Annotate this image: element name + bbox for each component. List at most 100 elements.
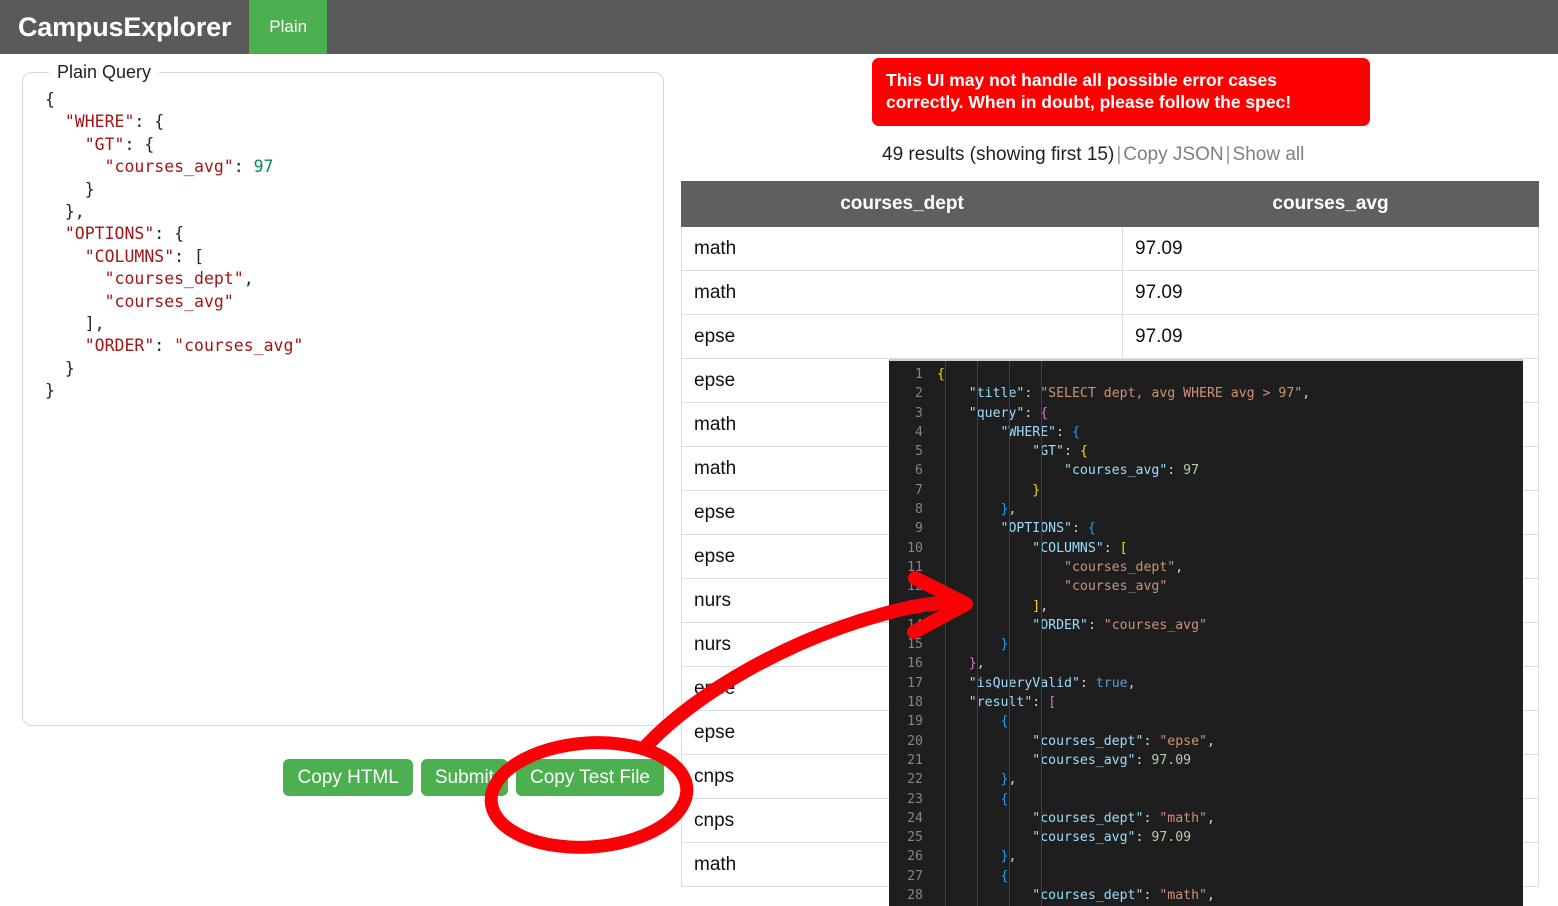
code-line-number: 27 [889, 867, 937, 886]
code-line-number: 3 [889, 404, 937, 423]
code-line-number: 15 [889, 635, 937, 654]
code-line-number: 10 [889, 539, 937, 558]
code-line: 17 "isQueryValid": true, [889, 674, 1523, 693]
code-line-number: 8 [889, 500, 937, 519]
app-root: CampusExplorer Plain Plain Query { "WHER… [0, 0, 1558, 906]
code-line-text: "courses_avg": 97.09 [937, 828, 1523, 847]
code-line-text: ], [937, 597, 1523, 616]
test-file-code-panel[interactable]: 1{2 "title": "SELECT dept, avg WHERE avg… [889, 359, 1523, 906]
results-table-head: courses_dept courses_avg [682, 182, 1539, 227]
code-line: 24 "courses_dept": "math", [889, 809, 1523, 828]
code-line-text: "COLUMNS": [ [937, 539, 1523, 558]
table-row: epse97.09 [682, 315, 1539, 359]
code-line-number: 19 [889, 712, 937, 731]
plain-query-code[interactable]: { "WHERE": { "GT": { "courses_avg": 97 }… [23, 83, 663, 403]
code-line-number: 20 [889, 732, 937, 751]
results-separator-2: | [1224, 144, 1233, 165]
code-line-text: "courses_avg" [937, 577, 1523, 596]
code-line: 23 { [889, 790, 1523, 809]
code-line-number: 12 [889, 577, 937, 596]
code-line: 19 { [889, 712, 1523, 731]
copy-test-file-button[interactable]: Copy Test File [516, 759, 664, 796]
table-row: math97.09 [682, 227, 1539, 271]
brand-title: CampusExplorer [0, 0, 249, 54]
code-line: 18 "result": [ [889, 693, 1523, 712]
code-line: 20 "courses_dept": "epse", [889, 732, 1523, 751]
code-line-number: 24 [889, 809, 937, 828]
code-line-number: 6 [889, 461, 937, 480]
code-line-text: }, [937, 847, 1523, 866]
plain-query-legend: Plain Query [49, 62, 159, 83]
code-line: 26 }, [889, 847, 1523, 866]
code-line: 16 }, [889, 654, 1523, 673]
copy-json-link[interactable]: Copy JSON [1123, 144, 1223, 165]
code-line-text: { [937, 867, 1523, 886]
code-line: 27 { [889, 867, 1523, 886]
code-line: 3 "query": { [889, 404, 1523, 423]
code-line-number: 16 [889, 654, 937, 673]
code-line-text: "title": "SELECT dept, avg WHERE avg > 9… [937, 384, 1523, 403]
cell-courses-dept: math [682, 271, 1123, 315]
code-line-number: 1 [889, 365, 937, 384]
ui-warning-banner: This UI may not handle all possible erro… [872, 58, 1370, 126]
submit-button[interactable]: Submit [421, 759, 508, 796]
code-indent-guide [1009, 361, 1010, 906]
code-line-number: 26 [889, 847, 937, 866]
code-line-number: 7 [889, 481, 937, 500]
code-line: 8 }, [889, 500, 1523, 519]
code-line-number: 9 [889, 519, 937, 538]
code-line-number: 2 [889, 384, 937, 403]
code-line-number: 18 [889, 693, 937, 712]
cell-courses-avg: 97.09 [1123, 271, 1539, 315]
code-line-text: "courses_dept", [937, 558, 1523, 577]
code-line: 10 "COLUMNS": [ [889, 539, 1523, 558]
code-line-text: "WHERE": { [937, 423, 1523, 442]
nav-tab-plain[interactable]: Plain [249, 0, 327, 54]
code-line-number: 22 [889, 770, 937, 789]
code-lines-container: 1{2 "title": "SELECT dept, avg WHERE avg… [889, 361, 1523, 906]
code-line: 21 "courses_avg": 97.09 [889, 751, 1523, 770]
code-line-text: "courses_avg": 97 [937, 461, 1523, 480]
code-line: 22 }, [889, 770, 1523, 789]
code-line: 14 "ORDER": "courses_avg" [889, 616, 1523, 635]
copy-html-button[interactable]: Copy HTML [283, 759, 412, 796]
code-line: 15 } [889, 635, 1523, 654]
code-line-text: }, [937, 500, 1523, 519]
code-line-text: "courses_dept": "epse", [937, 732, 1523, 751]
plain-query-fieldset: Plain Query { "WHERE": { "GT": { "course… [22, 62, 664, 726]
code-line-text: "isQueryValid": true, [937, 674, 1523, 693]
code-line-number: 28 [889, 886, 937, 905]
query-button-row: Copy HTML Submit Copy Test File [22, 759, 664, 796]
show-all-link[interactable]: Show all [1233, 144, 1305, 165]
navbar: CampusExplorer Plain [0, 0, 1558, 54]
code-line: 1{ [889, 365, 1523, 384]
column-header-courses-dept[interactable]: courses_dept [682, 182, 1123, 227]
code-indent-guide [977, 361, 978, 906]
code-indent-guide [1041, 361, 1042, 906]
code-line-number: 14 [889, 616, 937, 635]
cell-courses-dept: epse [682, 315, 1123, 359]
code-line-number: 11 [889, 558, 937, 577]
code-line-text: "GT": { [937, 442, 1523, 461]
code-line-text: "result": [ [937, 693, 1523, 712]
cell-courses-avg: 97.09 [1123, 227, 1539, 271]
results-summary-line: 49 results (showing first 15)|Copy JSON|… [882, 144, 1304, 166]
code-line-number: 4 [889, 423, 937, 442]
code-line-text: { [937, 790, 1523, 809]
code-line-number: 21 [889, 751, 937, 770]
code-line: 9 "OPTIONS": { [889, 519, 1523, 538]
results-count-label: 49 results (showing first 15) [882, 144, 1114, 165]
column-header-courses-avg[interactable]: courses_avg [1123, 182, 1539, 227]
table-row: math97.09 [682, 271, 1539, 315]
code-line-text: "courses_avg": 97.09 [937, 751, 1523, 770]
code-line-number: 25 [889, 828, 937, 847]
code-line-text: "query": { [937, 404, 1523, 423]
code-line: 4 "WHERE": { [889, 423, 1523, 442]
code-line-text: { [937, 712, 1523, 731]
results-separator-1: | [1114, 144, 1123, 165]
code-line-text: "courses_dept": "math", [937, 886, 1523, 905]
cell-courses-dept: math [682, 227, 1123, 271]
code-line: 2 "title": "SELECT dept, avg WHERE avg >… [889, 384, 1523, 403]
results-table-header-row: courses_dept courses_avg [682, 182, 1539, 227]
code-line: 12 "courses_avg" [889, 577, 1523, 596]
